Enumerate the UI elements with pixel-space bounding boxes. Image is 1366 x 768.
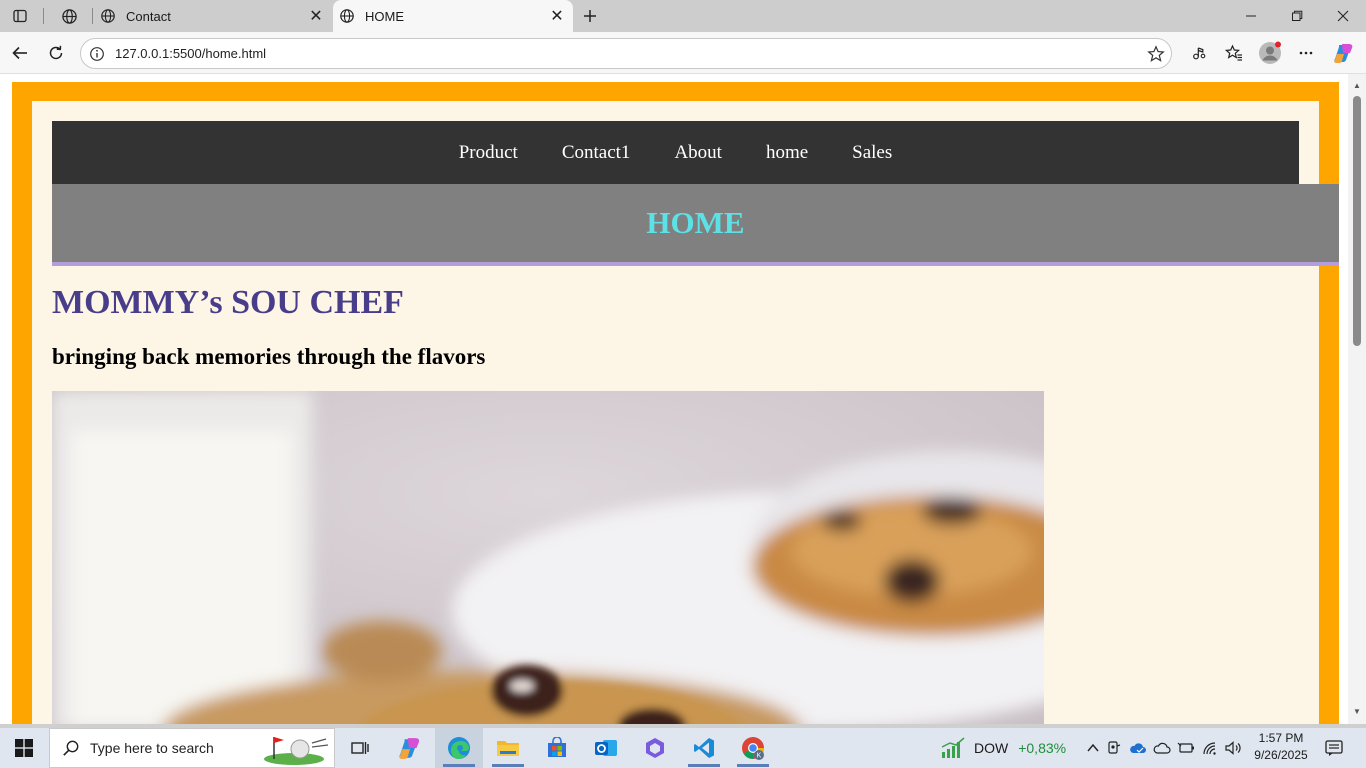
close-tab-icon[interactable]: ✕: [304, 4, 328, 28]
m365-app-icon[interactable]: [631, 728, 679, 768]
page-body: Product Contact1 About home Sales HOME M…: [4, 74, 1348, 724]
stock-widget[interactable]: DOW +0,83%: [940, 728, 1066, 768]
read-aloud-icon[interactable]: [1183, 38, 1215, 68]
tab-contact[interactable]: Contact ✕: [94, 0, 332, 32]
search-placeholder: Type here to search: [90, 740, 214, 756]
browser-toolbar: 127.0.0.1:5500/home.html: [0, 32, 1366, 74]
file-explorer-icon[interactable]: [484, 728, 532, 768]
svg-text:K: K: [757, 753, 762, 760]
scrollbar-thumb[interactable]: [1353, 96, 1361, 346]
close-window-button[interactable]: [1320, 0, 1366, 32]
windows-taskbar: Type here to search K DOW +0,83% 1:57 PM…: [0, 728, 1366, 768]
stock-chart-icon: [941, 737, 965, 758]
banner-title: HOME: [646, 205, 745, 240]
clock-date: 9/26/2025: [1254, 748, 1308, 762]
tab-separator: [92, 8, 93, 24]
task-view-icon[interactable]: [336, 728, 384, 768]
nav-link-sales[interactable]: Sales: [830, 142, 914, 164]
scroll-down-arrow-icon[interactable]: ▼: [1352, 706, 1362, 716]
minimize-button[interactable]: [1228, 0, 1274, 32]
content-container: Product Contact1 About home Sales HOME M…: [32, 101, 1339, 724]
golf-highlight-icon: [264, 737, 329, 765]
globe-icon: [101, 9, 115, 23]
browser-tabstrip: Contact ✕ HOME ✕: [0, 0, 1366, 32]
search-icon: [63, 740, 79, 756]
notifications-icon[interactable]: [1316, 728, 1352, 768]
refresh-icon[interactable]: [40, 38, 72, 68]
workspaces-globe-icon[interactable]: [55, 4, 83, 28]
favorites-icon[interactable]: [1218, 38, 1250, 68]
page-border: Product Contact1 About home Sales HOME M…: [12, 82, 1339, 724]
stock-label: DOW: [974, 740, 1009, 756]
meet-now-icon[interactable]: [1102, 740, 1126, 756]
new-tab-button[interactable]: [577, 4, 603, 28]
nav-link-home[interactable]: home: [744, 142, 830, 164]
outlook-icon[interactable]: [582, 728, 630, 768]
cookies-photo: [52, 391, 1044, 724]
page-viewport: Product Contact1 About home Sales HOME M…: [0, 74, 1366, 724]
vertical-scrollbar[interactable]: ▲ ▼: [1348, 74, 1366, 724]
clock-time: 1:57 PM: [1258, 731, 1304, 745]
brand-heading: MOMMY’s SOU CHEF: [52, 284, 404, 321]
volume-icon[interactable]: [1222, 741, 1246, 755]
vscode-icon[interactable]: [680, 728, 728, 768]
tagline: bringing back memories through the flavo…: [52, 344, 486, 369]
address-bar[interactable]: 127.0.0.1:5500/home.html: [80, 38, 1172, 69]
microsoft-store-icon[interactable]: [533, 728, 581, 768]
url-text[interactable]: 127.0.0.1:5500/home.html: [115, 46, 1141, 61]
scroll-up-arrow-icon[interactable]: ▲: [1352, 80, 1362, 90]
battery-icon[interactable]: [1174, 741, 1198, 755]
site-info-icon[interactable]: [89, 46, 105, 62]
profile-avatar[interactable]: [1254, 38, 1286, 68]
close-tab-icon[interactable]: ✕: [545, 4, 569, 28]
copilot-icon[interactable]: [1328, 38, 1360, 68]
system-tray: [1084, 728, 1246, 768]
copilot-taskbar-icon[interactable]: [386, 728, 434, 768]
windows-logo-icon: [15, 739, 33, 757]
onedrive-cloud-icon[interactable]: [1150, 741, 1174, 755]
tab-title: Contact: [126, 8, 171, 24]
onedrive-sync-icon[interactable]: [1126, 741, 1150, 755]
sidebar-toggle-icon[interactable]: [6, 4, 34, 28]
taskbar-search-box[interactable]: Type here to search: [49, 728, 335, 768]
chrome-icon[interactable]: K: [729, 728, 777, 768]
edge-taskbar-icon[interactable]: [435, 728, 483, 768]
home-banner: HOME: [52, 184, 1339, 266]
nav-link-product[interactable]: Product: [437, 142, 540, 164]
wifi-icon[interactable]: [1198, 741, 1222, 755]
tab-home[interactable]: HOME ✕: [333, 0, 573, 32]
stock-change: +0,83%: [1018, 740, 1067, 756]
favorite-star-icon[interactable]: [1141, 39, 1171, 69]
restore-button[interactable]: [1274, 0, 1320, 32]
back-arrow-icon[interactable]: [4, 38, 36, 68]
nav-link-about[interactable]: About: [652, 142, 744, 164]
nav-link-contact1[interactable]: Contact1: [540, 142, 653, 164]
globe-icon: [340, 9, 354, 23]
chevron-up-icon[interactable]: [1084, 743, 1102, 753]
start-button[interactable]: [0, 728, 48, 768]
more-options-icon[interactable]: [1290, 38, 1322, 68]
taskbar-clock[interactable]: 1:57 PM 9/26/2025: [1250, 730, 1312, 764]
tab-title: HOME: [365, 8, 404, 24]
tab-separator: [43, 8, 44, 24]
main-nav: Product Contact1 About home Sales: [52, 121, 1299, 184]
